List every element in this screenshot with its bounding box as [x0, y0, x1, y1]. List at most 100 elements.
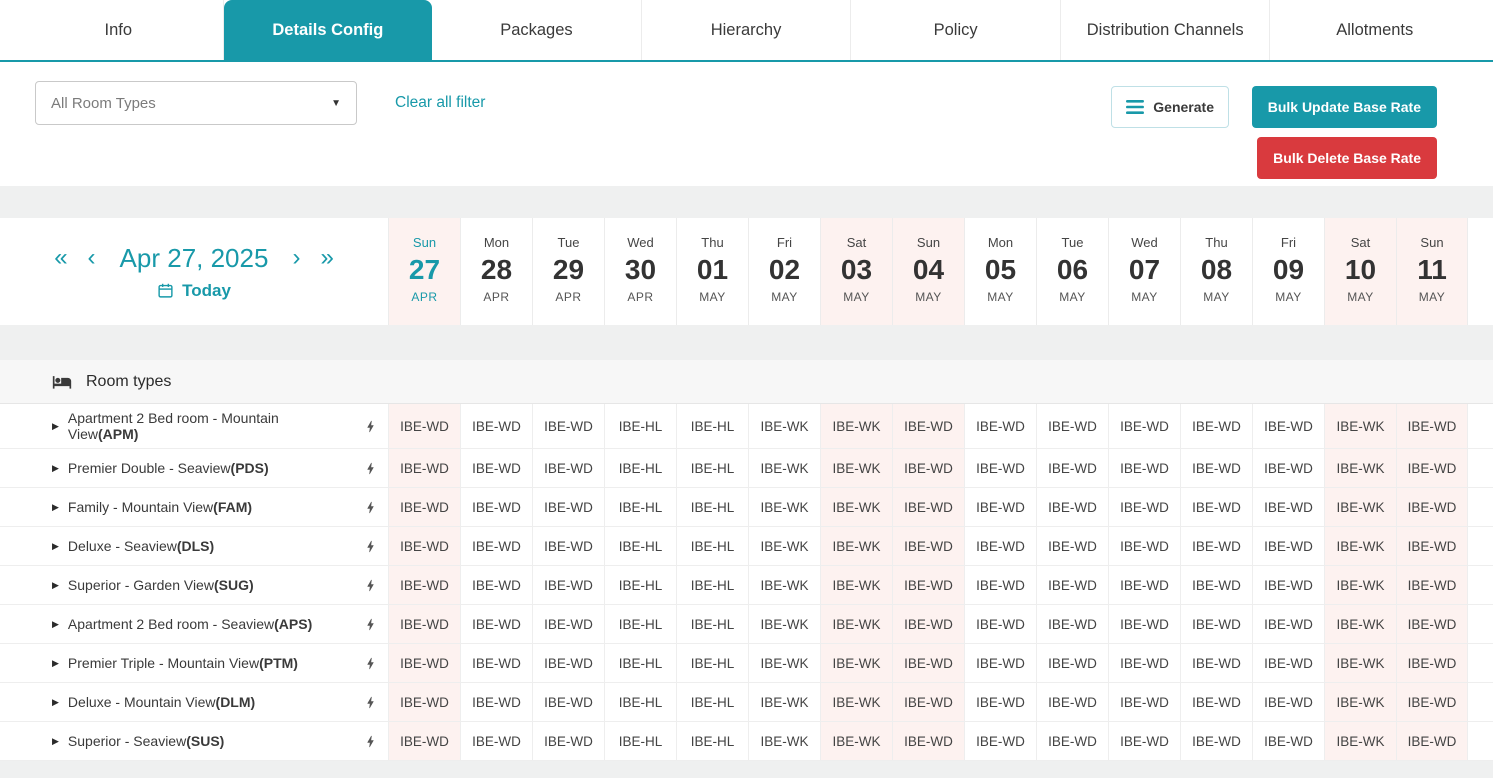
clear-all-filter-link[interactable]: Clear all filter: [395, 94, 485, 112]
rate-plan-cell[interactable]: IBE-WK: [1324, 527, 1396, 565]
day-column-sun-11[interactable]: Sun11MAY: [1396, 218, 1468, 325]
expand-arrow-icon[interactable]: ▶: [52, 697, 59, 708]
rate-plan-cell[interactable]: IBE-HL: [604, 683, 676, 721]
rate-plan-cell[interactable]: IBE-WD: [1180, 722, 1252, 760]
rate-plan-cell[interactable]: IBE-WK: [820, 605, 892, 643]
rate-plan-cell[interactable]: IBE-WD: [1252, 566, 1324, 604]
rate-plan-cell[interactable]: IBE-WD: [1180, 404, 1252, 448]
day-column-sat-03[interactable]: Sat03MAY: [820, 218, 892, 325]
rate-plan-cell[interactable]: IBE-WD: [1396, 488, 1468, 526]
rate-plan-cell[interactable]: IBE-WD: [460, 566, 532, 604]
rate-plan-cell[interactable]: IBE-WD: [388, 449, 460, 487]
tab-info[interactable]: Info: [14, 0, 224, 60]
next-icon[interactable]: ›: [292, 246, 300, 270]
flash-icon[interactable]: [352, 644, 388, 682]
rate-plan-cell[interactable]: IBE-WD: [892, 683, 964, 721]
rate-plan-cell[interactable]: IBE-WD: [1108, 449, 1180, 487]
rate-plan-cell[interactable]: IBE-WD: [1108, 566, 1180, 604]
day-column-sun-04[interactable]: Sun04MAY: [892, 218, 964, 325]
rate-plan-cell[interactable]: IBE-WK: [820, 683, 892, 721]
rate-plan-cell[interactable]: IBE-WD: [1252, 644, 1324, 682]
rate-plan-cell[interactable]: IBE-WD: [1180, 683, 1252, 721]
rate-plan-cell[interactable]: IBE-WD: [460, 488, 532, 526]
rate-plan-cell[interactable]: IBE-WD: [1108, 722, 1180, 760]
rate-plan-cell[interactable]: IBE-HL: [676, 488, 748, 526]
rate-plan-cell[interactable]: IBE-WD: [1396, 566, 1468, 604]
room-name-cell[interactable]: ▶Premier Triple - Mountain View(PTM): [0, 644, 352, 682]
expand-arrow-icon[interactable]: ▶: [52, 580, 59, 591]
rate-plan-cell[interactable]: IBE-HL: [604, 488, 676, 526]
rate-plan-cell[interactable]: IBE-WK: [820, 566, 892, 604]
rate-plan-cell[interactable]: IBE-WK: [1324, 488, 1396, 526]
day-column-wed-07[interactable]: Wed07MAY: [1108, 218, 1180, 325]
tab-details-config[interactable]: Details Config: [224, 0, 433, 60]
rate-plan-cell[interactable]: IBE-WD: [1036, 527, 1108, 565]
rate-plan-cell[interactable]: IBE-WD: [964, 683, 1036, 721]
rate-plan-cell[interactable]: IBE-WD: [1252, 527, 1324, 565]
tab-distribution-channels[interactable]: Distribution Channels: [1061, 0, 1271, 60]
rate-plan-cell[interactable]: IBE-HL: [604, 527, 676, 565]
rate-plan-cell[interactable]: IBE-WD: [964, 644, 1036, 682]
rate-plan-cell[interactable]: IBE-WK: [1324, 605, 1396, 643]
flash-icon[interactable]: [352, 683, 388, 721]
tab-policy[interactable]: Policy: [851, 0, 1061, 60]
bulk-update-base-rate-button[interactable]: Bulk Update Base Rate: [1252, 86, 1437, 128]
rate-plan-cell[interactable]: IBE-WD: [1396, 449, 1468, 487]
rate-plan-cell[interactable]: IBE-WD: [892, 404, 964, 448]
room-name-cell[interactable]: ▶Superior - Garden View(SUG): [0, 566, 352, 604]
rate-plan-cell[interactable]: IBE-HL: [604, 404, 676, 448]
flash-icon[interactable]: [352, 449, 388, 487]
rate-plan-cell[interactable]: IBE-WK: [1324, 449, 1396, 487]
flash-icon[interactable]: [352, 566, 388, 604]
rate-plan-cell[interactable]: IBE-WD: [1396, 722, 1468, 760]
expand-arrow-icon[interactable]: ▶: [52, 541, 59, 552]
rate-plan-cell[interactable]: IBE-WD: [1252, 722, 1324, 760]
rate-plan-cell[interactable]: IBE-WK: [748, 722, 820, 760]
tab-allotments[interactable]: Allotments: [1270, 0, 1479, 60]
rate-plan-cell[interactable]: IBE-WD: [892, 605, 964, 643]
rate-plan-cell[interactable]: IBE-HL: [676, 527, 748, 565]
rate-plan-cell[interactable]: IBE-WD: [1036, 644, 1108, 682]
rate-plan-cell[interactable]: IBE-WK: [748, 527, 820, 565]
rate-plan-cell[interactable]: IBE-WD: [532, 566, 604, 604]
expand-arrow-icon[interactable]: ▶: [52, 421, 59, 432]
rate-plan-cell[interactable]: IBE-WD: [460, 527, 532, 565]
rate-plan-cell[interactable]: IBE-WD: [1108, 605, 1180, 643]
rate-plan-cell[interactable]: IBE-WD: [892, 449, 964, 487]
rate-plan-cell[interactable]: IBE-WD: [532, 527, 604, 565]
rate-plan-cell[interactable]: IBE-WK: [748, 683, 820, 721]
generate-button[interactable]: Generate: [1111, 86, 1229, 128]
rate-plan-cell[interactable]: IBE-HL: [604, 644, 676, 682]
rate-plan-cell[interactable]: IBE-WD: [1180, 605, 1252, 643]
first-page-icon[interactable]: «: [54, 246, 67, 270]
day-column-fri-02[interactable]: Fri02MAY: [748, 218, 820, 325]
rate-plan-cell[interactable]: IBE-WD: [964, 527, 1036, 565]
flash-icon[interactable]: [352, 404, 388, 448]
rate-plan-cell[interactable]: IBE-WK: [820, 722, 892, 760]
rate-plan-cell[interactable]: IBE-WD: [1036, 605, 1108, 643]
flash-icon[interactable]: [352, 488, 388, 526]
flash-icon[interactable]: [352, 722, 388, 760]
expand-arrow-icon[interactable]: ▶: [52, 736, 59, 747]
room-name-cell[interactable]: ▶Family - Mountain View(FAM): [0, 488, 352, 526]
rate-plan-cell[interactable]: IBE-WD: [1396, 605, 1468, 643]
room-name-cell[interactable]: ▶Deluxe - Mountain View(DLM): [0, 683, 352, 721]
rate-plan-cell[interactable]: IBE-HL: [676, 683, 748, 721]
rate-plan-cell[interactable]: IBE-WD: [892, 527, 964, 565]
rate-plan-cell[interactable]: IBE-WK: [1324, 404, 1396, 448]
rate-plan-cell[interactable]: IBE-WD: [388, 644, 460, 682]
rate-plan-cell[interactable]: IBE-WD: [388, 488, 460, 526]
rate-plan-cell[interactable]: IBE-WD: [964, 722, 1036, 760]
rate-plan-cell[interactable]: IBE-WD: [1180, 527, 1252, 565]
rate-plan-cell[interactable]: IBE-WK: [820, 404, 892, 448]
rate-plan-cell[interactable]: IBE-WD: [532, 404, 604, 448]
tab-packages[interactable]: Packages: [432, 0, 642, 60]
rate-plan-cell[interactable]: IBE-WD: [460, 404, 532, 448]
rate-plan-cell[interactable]: IBE-WK: [1324, 566, 1396, 604]
rate-plan-cell[interactable]: IBE-WD: [892, 722, 964, 760]
expand-arrow-icon[interactable]: ▶: [52, 502, 59, 513]
last-page-icon[interactable]: »: [320, 246, 333, 270]
rate-plan-cell[interactable]: IBE-WD: [1036, 488, 1108, 526]
rate-plan-cell[interactable]: IBE-HL: [676, 722, 748, 760]
rate-plan-cell[interactable]: IBE-WK: [820, 644, 892, 682]
